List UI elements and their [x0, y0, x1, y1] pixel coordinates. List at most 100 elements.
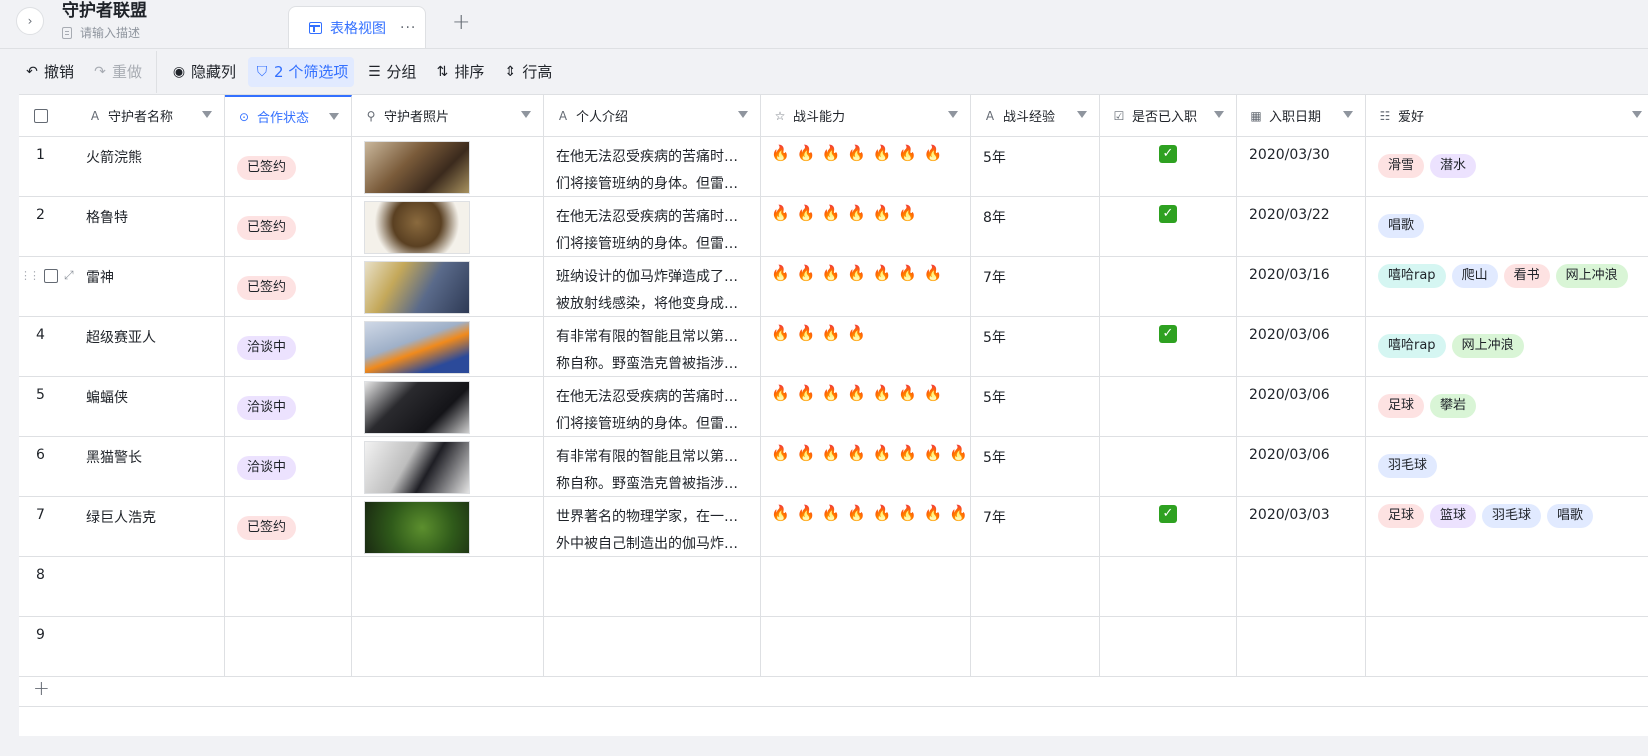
name-cell[interactable]: [74, 557, 225, 616]
bio-cell[interactable]: 有非常有限的智能且常以第三人 称自称。野蛮浩克曾被指涉为...: [544, 317, 761, 376]
page-title[interactable]: 守护者联盟: [62, 0, 147, 22]
header-date[interactable]: ▦ 入职日期: [1237, 95, 1366, 136]
caret-down-icon[interactable]: [329, 113, 339, 120]
row-height-button[interactable]: ⇕ 行高: [496, 57, 558, 87]
hulk-photo[interactable]: [364, 501, 470, 554]
photo-cell[interactable]: [352, 557, 544, 616]
photo-cell[interactable]: [352, 197, 544, 256]
checked-checkbox-icon[interactable]: ✓: [1159, 145, 1177, 163]
status-cell[interactable]: [225, 617, 352, 676]
power-rating-cell[interactable]: 🔥 🔥 🔥 🔥 🔥 🔥 🔥: [761, 377, 971, 436]
hobby-cell[interactable]: [1366, 617, 1648, 676]
employed-cell[interactable]: [1100, 557, 1237, 616]
table-row[interactable]: 7 绿巨人浩克 已签约 世界著名的物理学家，在一次意 外中被自己制造出的伽马炸弹... 🔥…: [19, 497, 1648, 557]
employed-cell[interactable]: ✓: [1100, 137, 1237, 196]
employed-cell[interactable]: [1100, 617, 1237, 676]
experience-cell[interactable]: [971, 557, 1100, 616]
batman-photo[interactable]: [364, 381, 470, 434]
hobby-cell[interactable]: 滑雪 潜水: [1366, 137, 1648, 196]
bio-cell[interactable]: [544, 557, 761, 616]
table-row[interactable]: 4 超级赛亚人 洽谈中 有非常有限的智能且常以第三人 称自称。野蛮浩克曾被指涉为... 🔥…: [19, 317, 1648, 377]
header-photo[interactable]: ⚲ 守护者照片: [352, 95, 544, 136]
experience-cell[interactable]: 7年: [971, 497, 1100, 556]
add-view-button[interactable]: +: [452, 12, 470, 34]
bio-cell[interactable]: 在他无法忍受疾病的苦痛时，他 们将接管班纳的身体。但雷克...: [544, 377, 761, 436]
table-row[interactable]: 8: [19, 557, 1648, 617]
date-cell[interactable]: 2020/03/03: [1237, 497, 1366, 556]
expand-sidebar-button[interactable]: ›: [16, 7, 44, 35]
table-row[interactable]: 6 黑猫警长 洽谈中 有非常有限的智能且常以第三人 称自称。野蛮浩克曾被指涉为... 🔥 …: [19, 437, 1648, 497]
power-rating-cell[interactable]: 🔥 🔥 🔥 🔥 🔥 🔥 🔥 🔥 🔥 🔥: [761, 437, 971, 496]
name-cell[interactable]: 雷神: [74, 257, 225, 316]
photo-cell[interactable]: [352, 317, 544, 376]
hobby-cell[interactable]: [1366, 557, 1648, 616]
date-cell[interactable]: 2020/03/30: [1237, 137, 1366, 196]
photo-cell[interactable]: [352, 377, 544, 436]
blackcat-photo[interactable]: [364, 441, 470, 494]
header-hobby[interactable]: ☷ 爱好: [1366, 95, 1648, 136]
experience-cell[interactable]: 5年: [971, 137, 1100, 196]
header-employed[interactable]: ☑ 是否已入职: [1100, 95, 1237, 136]
photo-cell[interactable]: [352, 497, 544, 556]
hobby-cell[interactable]: 足球 篮球 羽毛球 唱歌: [1366, 497, 1648, 556]
hobby-cell[interactable]: 嘻哈rap 爬山 看书 网上冲浪: [1366, 257, 1648, 316]
power-rating-cell[interactable]: 🔥 🔥 🔥 🔥: [761, 317, 971, 376]
status-cell[interactable]: 已签约: [225, 197, 352, 256]
raccoon-photo[interactable]: [364, 141, 470, 194]
group-button[interactable]: ☰ 分组: [360, 57, 422, 87]
name-cell[interactable]: 黑猫警长: [74, 437, 225, 496]
photo-cell[interactable]: [352, 257, 544, 316]
caret-down-icon[interactable]: [202, 111, 212, 118]
bio-cell[interactable]: 在他无法忍受疾病的苦痛时，他 们将接管班纳的身体。但雷克...: [544, 197, 761, 256]
bio-cell[interactable]: 在他无法忍受疾病的苦痛时，他 们将接管班纳的身体。但雷克...: [544, 137, 761, 196]
caret-down-icon[interactable]: [1077, 111, 1087, 118]
status-cell[interactable]: 已签约: [225, 257, 352, 316]
experience-cell[interactable]: 5年: [971, 377, 1100, 436]
groot-photo[interactable]: [364, 201, 470, 254]
checked-checkbox-icon[interactable]: ✓: [1159, 505, 1177, 523]
caret-down-icon[interactable]: [521, 111, 531, 118]
more-icon[interactable]: ···: [400, 20, 416, 36]
bio-cell[interactable]: 有非常有限的智能且常以第三人 称自称。野蛮浩克曾被指涉为...: [544, 437, 761, 496]
hide-columns-button[interactable]: ◉ 隐藏列: [165, 57, 242, 87]
name-cell[interactable]: 超级赛亚人: [74, 317, 225, 376]
name-cell[interactable]: 蝙蝠侠: [74, 377, 225, 436]
caret-down-icon[interactable]: [738, 111, 748, 118]
status-cell[interactable]: 洽谈中: [225, 377, 352, 436]
caret-down-icon[interactable]: [948, 111, 958, 118]
experience-cell[interactable]: 5年: [971, 437, 1100, 496]
table-row[interactable]: 1 火箭浣熊 已签约 在他无法忍受疾病的苦痛时，他 们将接管班纳的身体。但雷克... 🔥 …: [19, 137, 1648, 197]
photo-cell[interactable]: [352, 437, 544, 496]
hobby-cell[interactable]: 嘻哈rap 网上冲浪: [1366, 317, 1648, 376]
caret-down-icon[interactable]: [1214, 111, 1224, 118]
description-input[interactable]: 请输入描述: [80, 24, 140, 42]
add-row-button[interactable]: +: [19, 671, 1648, 707]
employed-cell[interactable]: [1100, 377, 1237, 436]
sort-button[interactable]: ⇅ 排序: [428, 57, 490, 87]
name-cell[interactable]: 格鲁特: [74, 197, 225, 256]
redo-button[interactable]: ↷ 重做: [86, 57, 148, 87]
employed-cell[interactable]: ✓: [1100, 197, 1237, 256]
table-row[interactable]: 9: [19, 617, 1648, 677]
date-cell[interactable]: 2020/03/06: [1237, 437, 1366, 496]
power-rating-cell[interactable]: [761, 617, 971, 676]
saiyan-photo[interactable]: [364, 321, 470, 374]
bio-cell[interactable]: 班纳设计的伽马炸弹造成了自己 被放射线感染，将他变身成为...: [544, 257, 761, 316]
experience-cell[interactable]: [971, 617, 1100, 676]
power-rating-cell[interactable]: 🔥 🔥 🔥 🔥 🔥 🔥 🔥: [761, 137, 971, 196]
date-cell[interactable]: 2020/03/16: [1237, 257, 1366, 316]
photo-cell[interactable]: [352, 617, 544, 676]
tab-grid-view[interactable]: 表格视图 ···: [288, 6, 426, 49]
employed-cell[interactable]: [1100, 437, 1237, 496]
thor-photo[interactable]: [364, 261, 470, 314]
hobby-cell[interactable]: 足球 攀岩: [1366, 377, 1648, 436]
header-power[interactable]: ☆ 战斗能力: [761, 95, 971, 136]
filter-button[interactable]: ⛉ 2 个筛选项: [248, 56, 355, 87]
hobby-cell[interactable]: 唱歌: [1366, 197, 1648, 256]
power-rating-cell[interactable]: [761, 557, 971, 616]
power-rating-cell[interactable]: 🔥 🔥 🔥 🔥 🔥 🔥 🔥: [761, 257, 971, 316]
table-row[interactable]: 5 蝙蝠侠 洽谈中 在他无法忍受疾病的苦痛时，他 们将接管班纳的身体。但雷克... 🔥 🔥…: [19, 377, 1648, 437]
description-row[interactable]: 请输入描述: [62, 24, 140, 42]
select-all-checkbox[interactable]: [34, 108, 48, 123]
employed-cell[interactable]: ✓: [1100, 317, 1237, 376]
